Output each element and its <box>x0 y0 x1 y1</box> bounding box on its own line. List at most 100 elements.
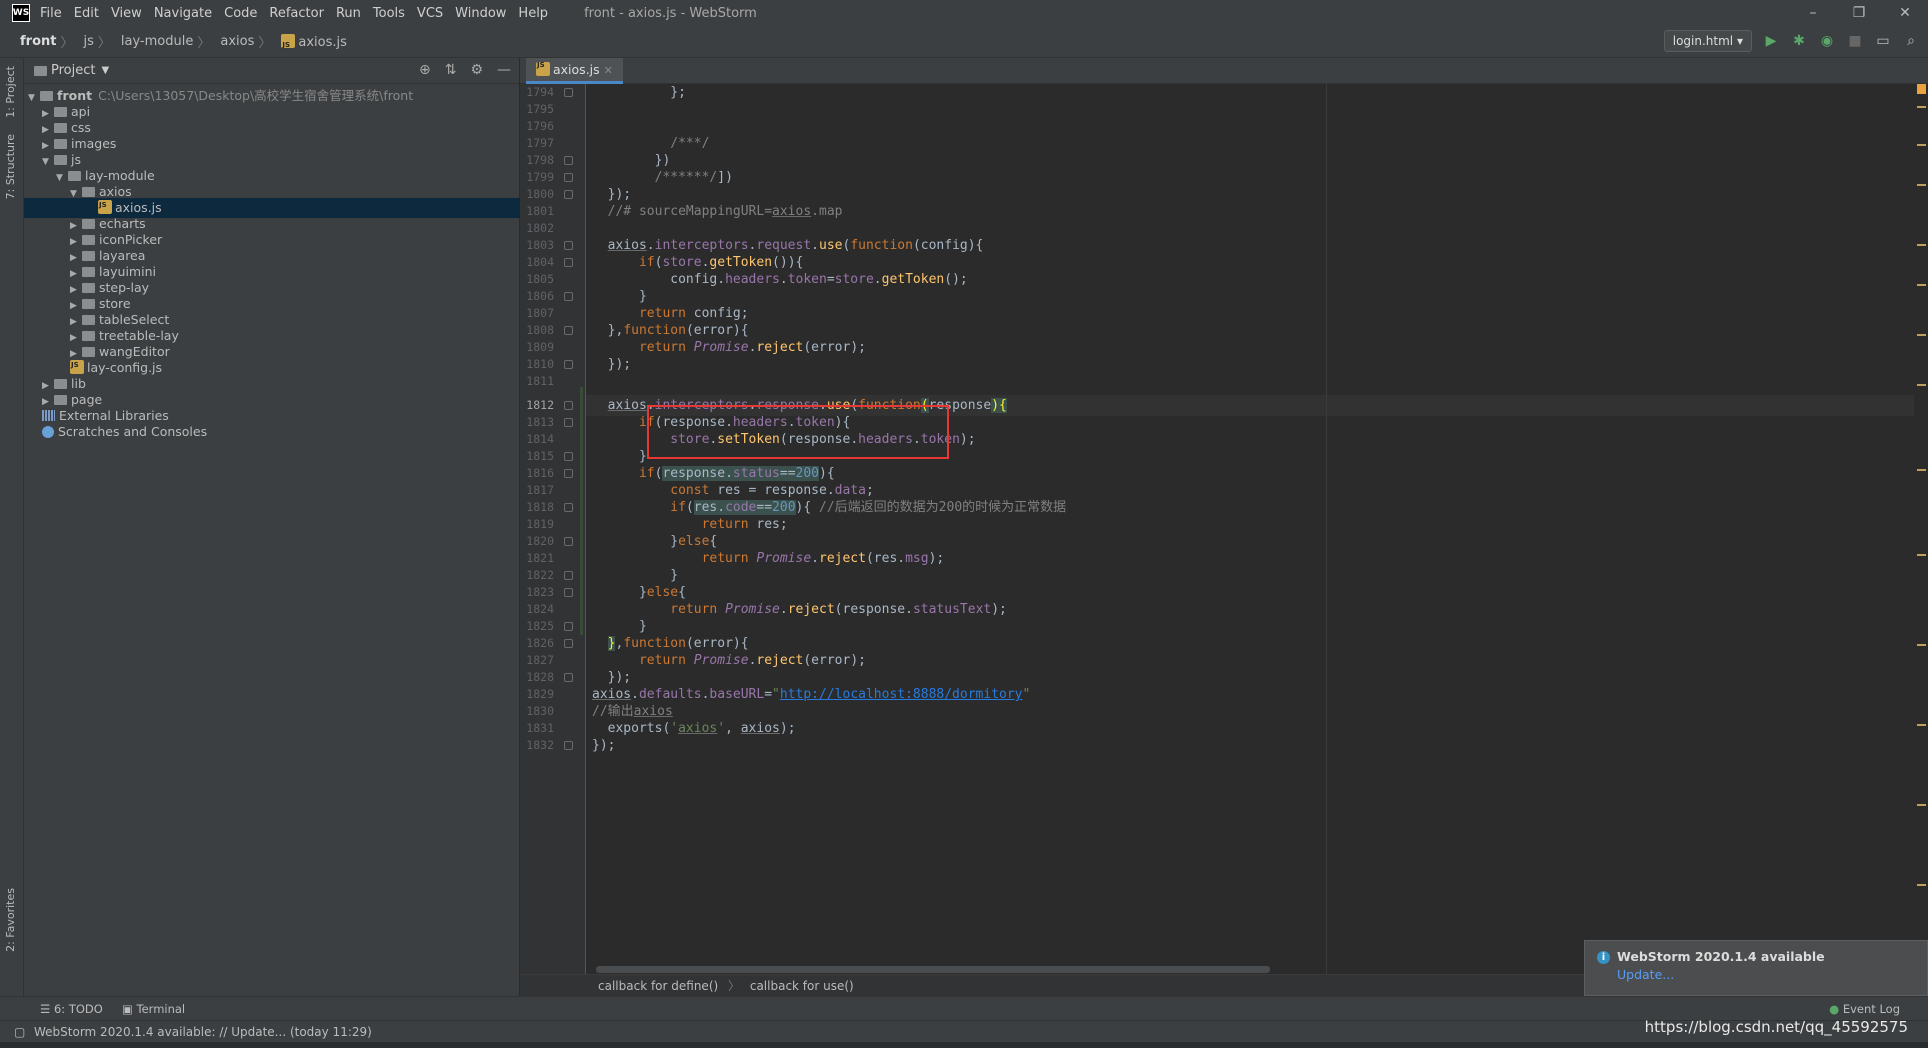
debug-icon[interactable]: ✱ <box>1790 32 1808 50</box>
list-icon: ☰ <box>40 1002 51 1016</box>
breadcrumb-define-callback[interactable]: callback for define() <box>598 979 718 993</box>
taskbar-edge <box>0 1042 1928 1048</box>
search-icon[interactable]: ⌕ <box>1902 32 1920 50</box>
fold-marker-icon[interactable] <box>564 588 573 597</box>
gear-icon[interactable]: ⚙ <box>470 62 483 78</box>
menu-navigate[interactable]: Navigate <box>154 6 212 21</box>
fold-marker-icon[interactable] <box>564 326 573 335</box>
fold-marker-icon[interactable] <box>564 469 573 478</box>
coverage-icon[interactable]: ◉ <box>1818 32 1836 50</box>
menu-help[interactable]: Help <box>518 6 548 21</box>
horizontal-scrollbar[interactable] <box>596 966 1270 973</box>
event-log-label: Event Log <box>1842 1002 1900 1016</box>
layout-icon[interactable]: ▭ <box>1874 32 1892 50</box>
menu-view[interactable]: View <box>111 6 142 21</box>
fold-marker-icon[interactable] <box>564 741 573 750</box>
fold-marker-icon[interactable] <box>564 503 573 512</box>
menu-window[interactable]: Window <box>455 6 506 21</box>
locate-icon[interactable]: ⊕ <box>419 62 431 78</box>
folder-icon <box>82 251 95 261</box>
terminal-icon: ▣ <box>122 1002 133 1016</box>
tree-item-scratches[interactable]: Scratches and Consoles <box>24 422 520 442</box>
fold-marker-icon[interactable] <box>564 173 573 182</box>
fold-marker-icon[interactable] <box>564 418 573 427</box>
status-toggle-icon[interactable]: ▢ <box>14 1021 25 1043</box>
stripe-mark[interactable] <box>1917 644 1926 646</box>
fold-marker-icon[interactable] <box>564 88 573 97</box>
restore-icon[interactable]: ❐ <box>1836 0 1882 26</box>
stripe-mark[interactable] <box>1917 106 1926 108</box>
notification-title: WebStorm 2020.1.4 available <box>1617 949 1825 964</box>
fold-marker-icon[interactable] <box>564 401 573 410</box>
fold-marker-icon[interactable] <box>564 537 573 546</box>
stop-icon[interactable]: ■ <box>1846 32 1864 50</box>
fold-marker-icon[interactable] <box>564 292 573 301</box>
run-configuration-select[interactable]: login.html ▾ <box>1663 30 1752 52</box>
close-tab-icon[interactable]: ✕ <box>604 64 613 77</box>
menu-code[interactable]: Code <box>224 6 257 21</box>
warning-marker[interactable] <box>1917 84 1926 94</box>
stripe-mark[interactable] <box>1917 144 1926 146</box>
fold-marker-icon[interactable] <box>564 190 573 199</box>
stripe-mark[interactable] <box>1917 384 1926 386</box>
todo-tab[interactable]: ☰ 6: TODO <box>40 997 103 1021</box>
breadcrumb-use-callback[interactable]: callback for use() <box>750 979 854 993</box>
fold-marker-icon[interactable] <box>564 360 573 369</box>
tab-structure[interactable]: 7: Structure <box>4 134 17 199</box>
breadcrumb-separator-icon: 〉 <box>60 36 74 51</box>
stripe-mark[interactable] <box>1917 244 1926 246</box>
breadcrumb-lay-module[interactable]: lay-module <box>121 34 193 49</box>
menu-refactor[interactable]: Refactor <box>269 6 324 21</box>
stripe-mark[interactable] <box>1917 334 1926 336</box>
watermark: https://blog.csdn.net/qq_45592575 <box>1644 1018 1908 1036</box>
close-icon[interactable]: ✕ <box>1882 0 1928 26</box>
library-icon <box>42 410 55 421</box>
stripe-mark[interactable] <box>1917 724 1926 726</box>
tab-axios-js[interactable]: axios.js ✕ <box>526 53 623 84</box>
chevron-down-icon[interactable]: ▼ <box>101 65 109 76</box>
menu-edit[interactable]: Edit <box>74 6 99 21</box>
stripe-mark[interactable] <box>1917 554 1926 556</box>
project-title[interactable]: Project <box>51 63 95 78</box>
fold-marker-icon[interactable] <box>564 258 573 267</box>
folder-icon <box>82 347 95 357</box>
stripe-mark[interactable] <box>1917 284 1926 286</box>
menu-run[interactable]: Run <box>336 6 361 21</box>
tree-label: lay-module <box>85 168 155 183</box>
breadcrumb-axios-js[interactable]: axios.js <box>281 33 347 50</box>
fold-marker-icon[interactable] <box>564 156 573 165</box>
line-number: 1832 <box>526 738 554 752</box>
stripe-mark[interactable] <box>1917 184 1926 186</box>
error-stripe[interactable] <box>1914 84 1928 974</box>
fold-marker-icon[interactable] <box>564 639 573 648</box>
breadcrumb-axios[interactable]: axios <box>220 34 254 49</box>
fold-marker-icon[interactable] <box>564 452 573 461</box>
collapse-icon[interactable]: ⇅ <box>445 62 457 78</box>
menu-file[interactable]: File <box>40 6 62 21</box>
fold-marker-icon[interactable] <box>564 673 573 682</box>
stripe-mark[interactable] <box>1917 469 1926 471</box>
stripe-mark[interactable] <box>1917 804 1926 806</box>
breadcrumb-front[interactable]: front <box>20 34 56 49</box>
code-editor[interactable]: return (typeof payload === 'object') && … <box>586 84 1928 974</box>
tab-label: axios.js <box>553 62 600 77</box>
fold-marker-icon[interactable] <box>564 622 573 631</box>
code-line: exports('axios', axios); <box>592 721 796 736</box>
run-icon[interactable]: ▶ <box>1762 32 1780 50</box>
update-link[interactable]: Update... <box>1617 967 1674 982</box>
tab-project[interactable]: 1: Project <box>4 66 17 118</box>
fold-marker-icon[interactable] <box>564 571 573 580</box>
stripe-mark[interactable] <box>1917 884 1926 886</box>
minimize-icon[interactable]: – <box>1790 0 1836 26</box>
right-margin-guide <box>1326 84 1327 974</box>
tab-favorites[interactable]: 2: Favorites <box>4 888 17 952</box>
hide-icon[interactable]: — <box>497 62 511 78</box>
left-tool-strip: 1: Project 7: Structure 2: Favorites <box>0 58 24 1008</box>
terminal-tab[interactable]: ▣ Terminal <box>122 997 185 1021</box>
status-message[interactable]: WebStorm 2020.1.4 available: // Update..… <box>34 1021 372 1043</box>
js-file-icon <box>70 355 84 375</box>
menu-vcs[interactable]: VCS <box>417 6 443 21</box>
breadcrumb-js[interactable]: js <box>83 34 93 49</box>
menu-tools[interactable]: Tools <box>373 6 405 21</box>
fold-marker-icon[interactable] <box>564 241 573 250</box>
